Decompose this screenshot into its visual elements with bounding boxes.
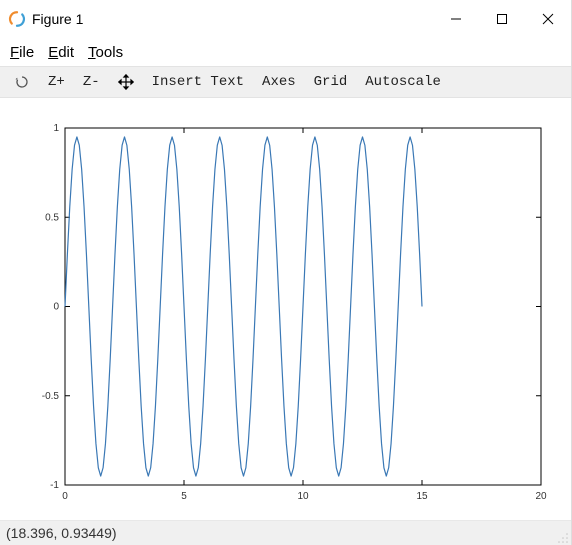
svg-text:15: 15 (416, 491, 428, 502)
pan-button[interactable] (110, 72, 142, 92)
axes-button[interactable]: Axes (254, 72, 304, 92)
svg-text:20: 20 (535, 491, 547, 502)
zoom-out-button[interactable]: Z- (75, 72, 108, 92)
menu-edit-rest: dit (58, 44, 74, 61)
maximize-button[interactable] (479, 0, 525, 38)
svg-text:5: 5 (181, 491, 187, 502)
plot-area[interactable]: 0 5 10 15 20 -1 -0.5 0 0.5 1 (0, 98, 571, 520)
toolbar: Z+ Z- Insert Text Axes Grid Autoscale (0, 66, 571, 98)
figure-window: Figure 1 File Edit Tools (0, 0, 572, 545)
close-button[interactable] (525, 0, 571, 38)
status-bar: (18.396, 0.93449) (0, 520, 571, 545)
menu-tools-rest: ools (96, 44, 124, 61)
resize-grip-icon[interactable] (557, 531, 569, 543)
rotate-button[interactable] (6, 72, 38, 92)
app-icon (8, 10, 26, 28)
svg-text:0: 0 (62, 491, 68, 502)
plot-canvas: 0 5 10 15 20 -1 -0.5 0 0.5 1 (0, 98, 571, 520)
grid-button[interactable]: Grid (306, 72, 356, 92)
window-title: Figure 1 (32, 11, 83, 27)
menu-bar: File Edit Tools (0, 38, 571, 66)
svg-text:10: 10 (297, 491, 309, 502)
rotate-icon (14, 74, 30, 90)
svg-text:-1: -1 (50, 480, 59, 491)
svg-text:-0.5: -0.5 (42, 391, 60, 402)
zoom-in-button[interactable]: Z+ (40, 72, 73, 92)
menu-tools[interactable]: Tools (86, 42, 133, 63)
menu-edit[interactable]: Edit (46, 42, 84, 63)
insert-text-button[interactable]: Insert Text (144, 72, 252, 92)
title-bar: Figure 1 (0, 0, 571, 38)
svg-text:1: 1 (53, 123, 59, 134)
svg-text:0.5: 0.5 (45, 212, 59, 223)
svg-text:0: 0 (53, 302, 59, 313)
pan-icon (118, 74, 134, 90)
cursor-coords: (18.396, 0.93449) (6, 525, 117, 541)
menu-file-rest: ile (19, 44, 34, 61)
autoscale-button[interactable]: Autoscale (357, 72, 449, 92)
menu-file[interactable]: File (8, 42, 44, 63)
minimize-button[interactable] (433, 0, 479, 38)
